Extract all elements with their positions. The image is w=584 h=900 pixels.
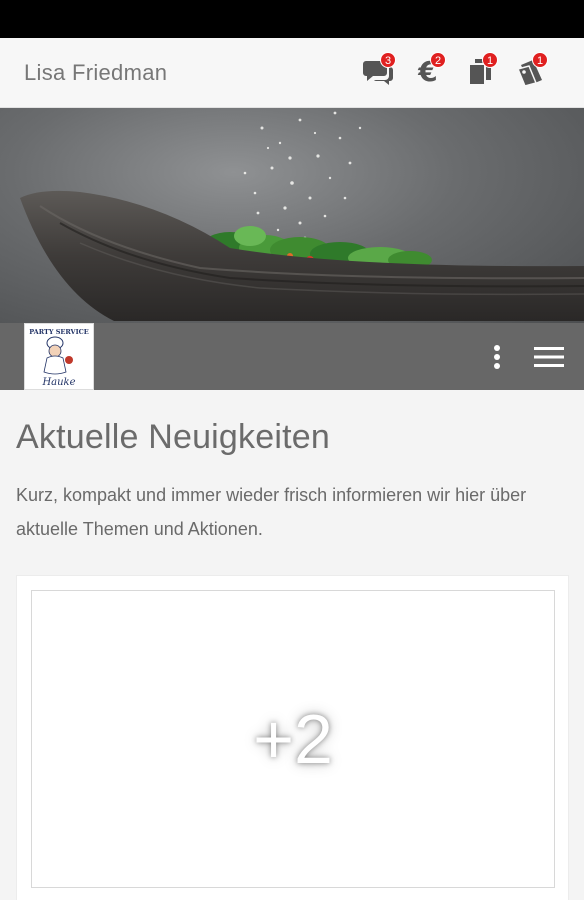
user-name: Lisa Friedman <box>24 60 168 85</box>
payments-badge: 2 <box>430 52 446 68</box>
logo-top-text: PARTY SERVICE <box>29 328 89 336</box>
coupons-badge: 1 <box>532 52 548 68</box>
page-title: Aktuelle Neuigkeiten <box>16 418 330 456</box>
more-items-count: +2 <box>253 700 333 778</box>
news-card: +2 <box>16 575 569 900</box>
status-bar <box>0 0 584 38</box>
nav-bar: PARTY SERVICE Hauke <box>0 323 584 390</box>
messages-badge: 3 <box>380 52 396 68</box>
documents-button[interactable]: 1 <box>462 52 498 90</box>
company-logo[interactable]: PARTY SERVICE Hauke <box>24 323 94 390</box>
hero-bowl-salad-illustration <box>20 111 584 321</box>
hamburger-menu-icon <box>534 347 564 367</box>
chef-logo-image: PARTY SERVICE Hauke <box>29 328 89 388</box>
more-options-button[interactable] <box>480 341 514 373</box>
payments-button[interactable]: € 2 <box>410 52 446 90</box>
hero-image <box>0 108 584 323</box>
logo-bottom-text: Hauke <box>41 377 75 388</box>
messages-button[interactable]: 3 <box>360 52 396 90</box>
coupons-button[interactable]: 1 <box>512 52 548 90</box>
news-gallery-more[interactable]: +2 <box>31 590 555 888</box>
documents-badge: 1 <box>482 52 498 68</box>
page-intro: Kurz, kompakt und immer wieder frisch in… <box>16 485 527 539</box>
top-bar: Lisa Friedman 3 € 2 1 1 <box>0 38 584 108</box>
vertical-dots-icon <box>494 345 500 369</box>
main-menu-button[interactable] <box>532 341 566 373</box>
